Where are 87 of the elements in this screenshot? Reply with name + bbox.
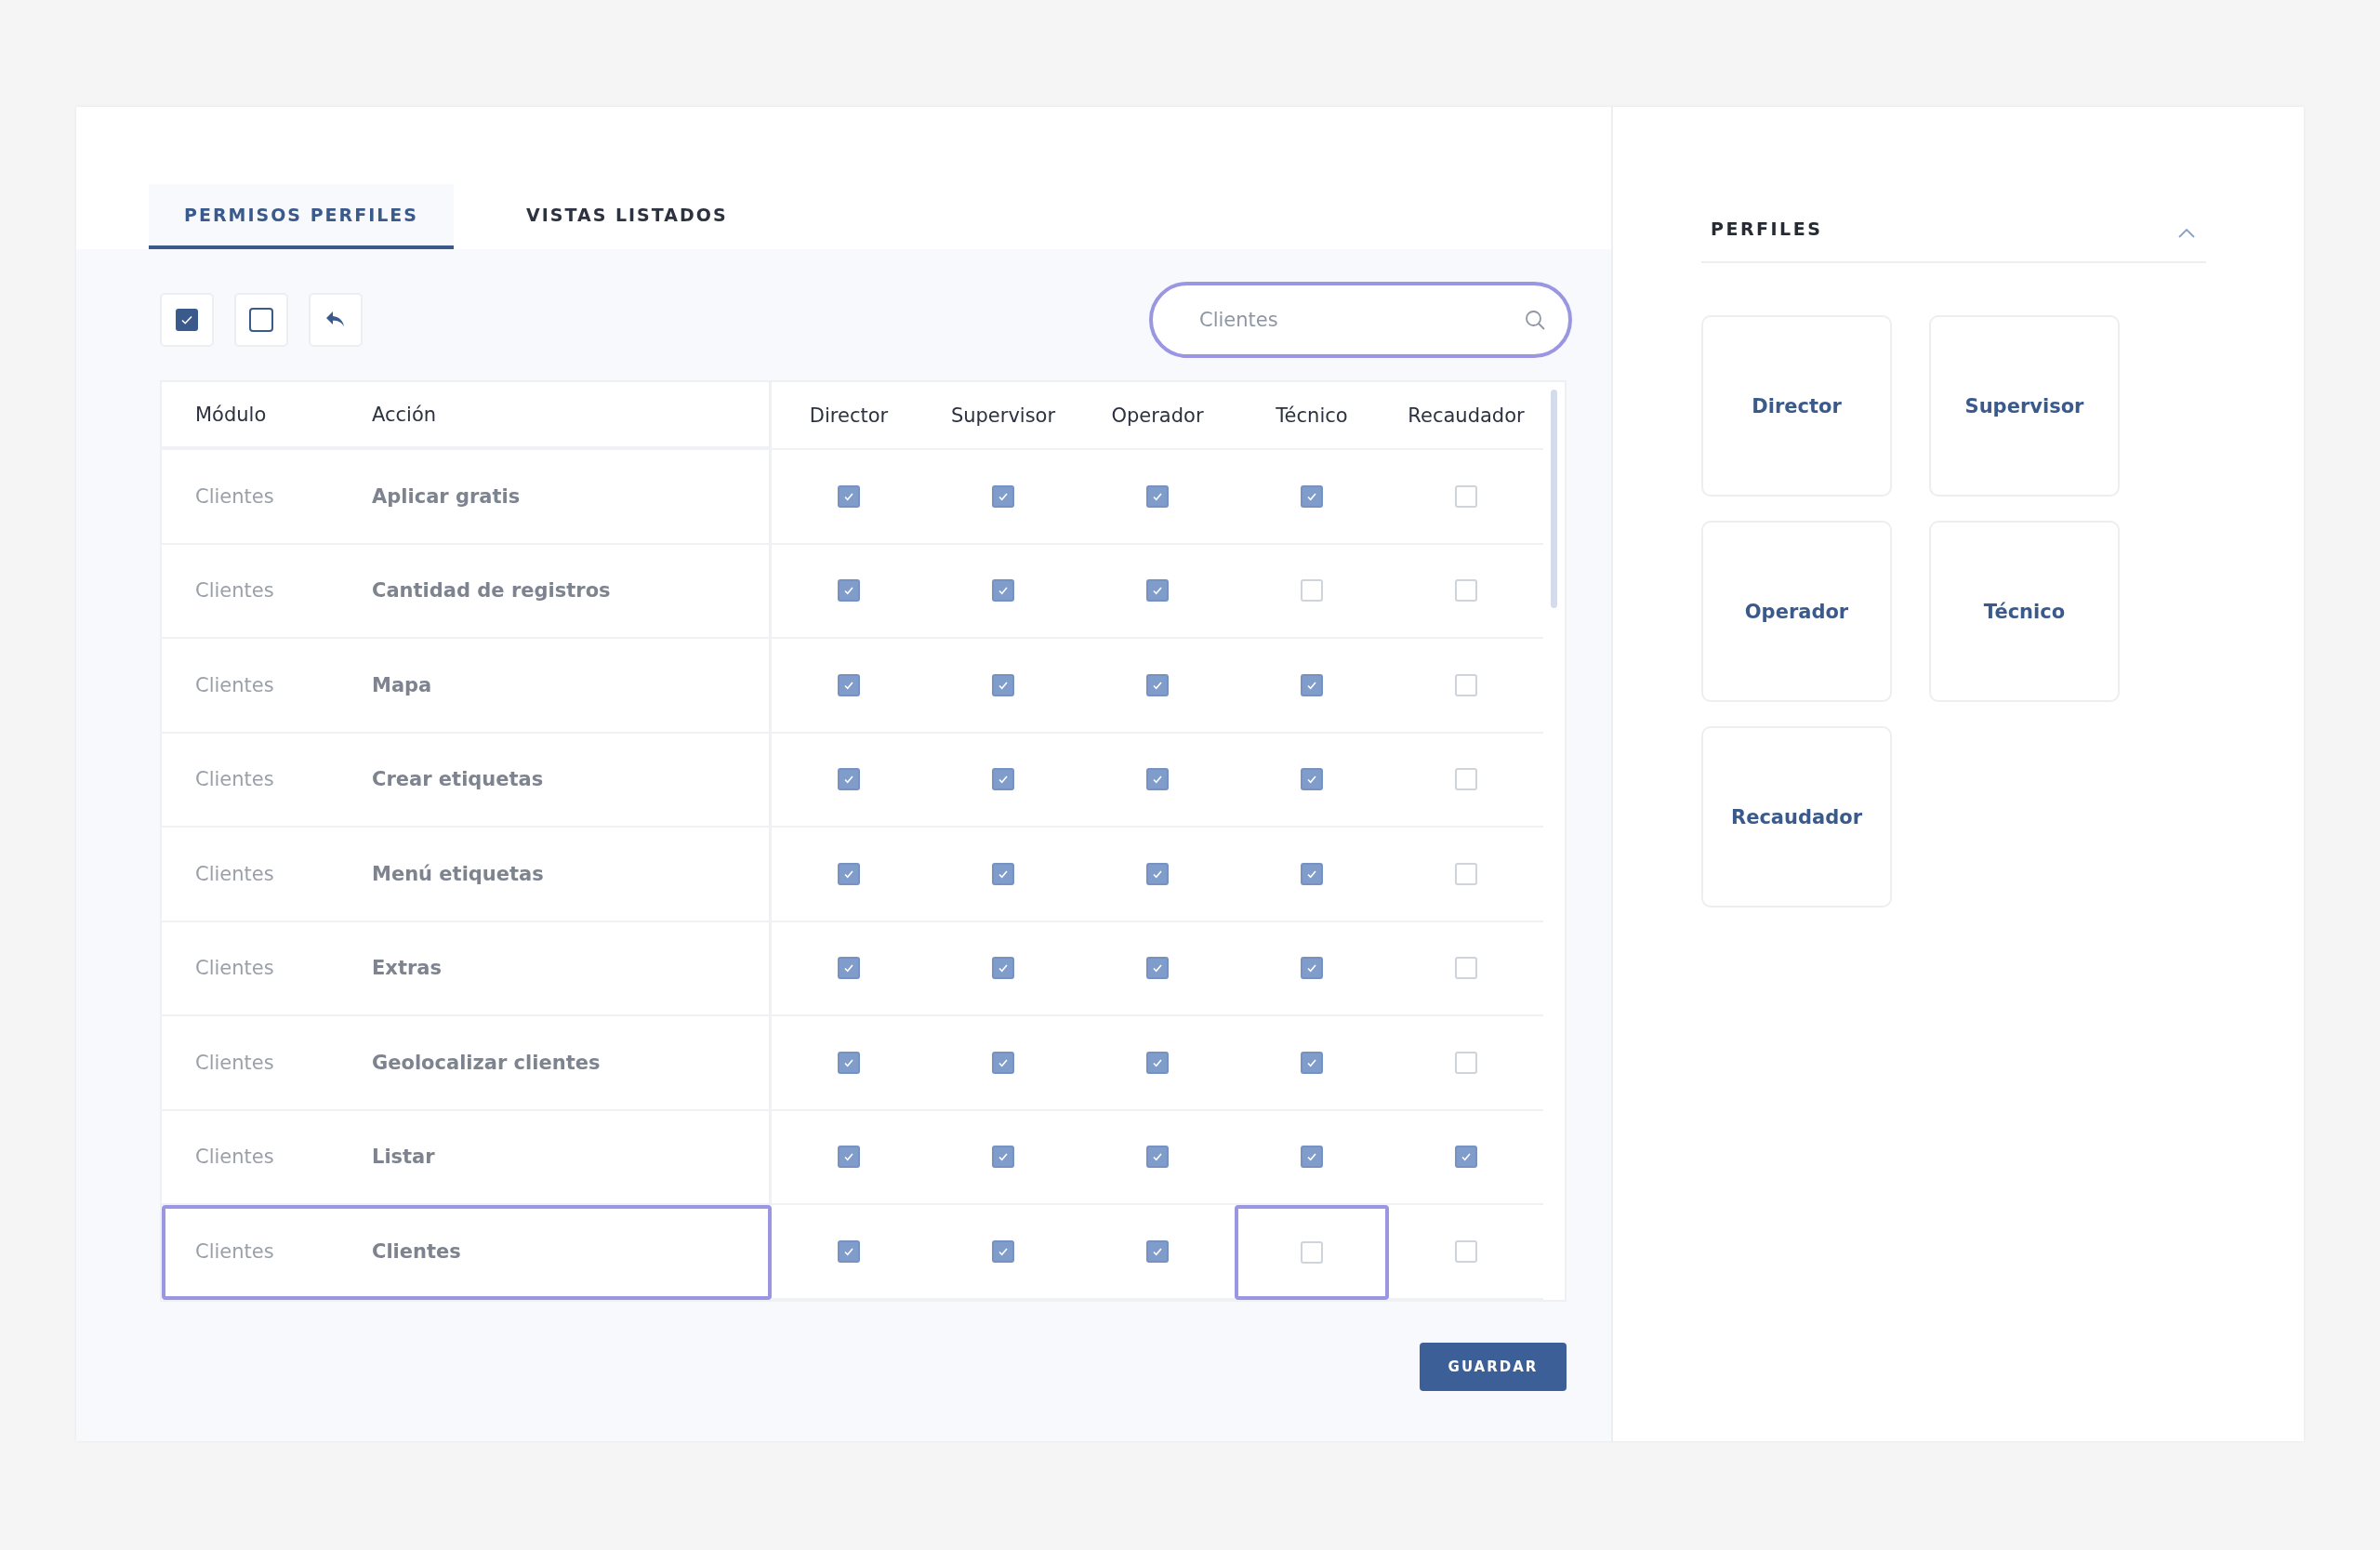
checkbox[interactable] — [1146, 1146, 1169, 1169]
action-text: Aplicar gratis — [372, 484, 522, 508]
checkbox[interactable] — [1455, 484, 1477, 508]
module-text: Clientes — [195, 862, 275, 885]
checkbox[interactable] — [1455, 1146, 1477, 1169]
checkbox[interactable] — [992, 579, 1014, 603]
action-text: Listar — [372, 1146, 436, 1169]
checkbox[interactable] — [1146, 1051, 1169, 1074]
checkbox[interactable] — [1146, 862, 1169, 885]
checkbox[interactable] — [1301, 484, 1323, 508]
checkbox[interactable] — [992, 673, 1014, 696]
module-text: Clientes — [195, 1239, 275, 1263]
checkbox[interactable] — [1301, 579, 1323, 603]
checkbox[interactable] — [838, 957, 860, 980]
chevron-icon[interactable] — [2178, 228, 2195, 239]
column-header: Recaudador — [1408, 404, 1525, 427]
module-text: Clientes — [195, 1051, 275, 1074]
checkbox[interactable] — [1146, 673, 1169, 696]
checkbox[interactable] — [838, 862, 860, 885]
checkbox[interactable] — [992, 862, 1014, 885]
checkbox[interactable] — [838, 1239, 860, 1263]
search-icon — [1524, 309, 1546, 331]
scrollbar-thumb[interactable] — [1551, 390, 1557, 608]
checkbox[interactable] — [992, 1239, 1014, 1263]
search-field[interactable]: Clientes — [1149, 282, 1572, 358]
checkbox[interactable] — [838, 484, 860, 508]
column-header: Director — [809, 404, 889, 427]
checkbox[interactable] — [1146, 957, 1169, 980]
profile-tile[interactable]: Supervisor — [1929, 315, 2120, 497]
check-all-button[interactable] — [160, 293, 214, 347]
checkbox[interactable] — [992, 768, 1014, 791]
column-header: Técnico — [1276, 404, 1348, 427]
checkbox[interactable] — [1146, 1239, 1169, 1263]
section-title: PERFILES — [1711, 219, 1823, 239]
checkbox[interactable] — [992, 957, 1014, 980]
module-text: Clientes — [195, 1146, 275, 1169]
checkbox[interactable] — [992, 484, 1014, 508]
checkbox[interactable] — [838, 673, 860, 696]
empty-box-icon — [249, 308, 273, 332]
checkbox[interactable] — [1301, 1051, 1323, 1074]
module-text: Clientes — [195, 957, 275, 980]
action-text: Menú etiquetas — [372, 862, 545, 885]
checkbox[interactable] — [1301, 768, 1323, 791]
checkbox[interactable] — [838, 1146, 860, 1169]
checkbox[interactable] — [1301, 673, 1323, 696]
uncheck-all-button[interactable] — [234, 293, 288, 347]
checkbox[interactable] — [1301, 1146, 1323, 1169]
tab[interactable]: PERMISOS PERFILES — [149, 184, 454, 249]
checkbox[interactable] — [1455, 1239, 1477, 1263]
checkbox[interactable] — [838, 768, 860, 791]
action-text: Geolocalizar clientes — [372, 1051, 602, 1074]
action-text: Clientes — [372, 1239, 462, 1263]
profile-tile[interactable]: Director — [1701, 315, 1892, 497]
column-header: Operador — [1111, 404, 1204, 427]
column-header: Acción — [372, 403, 438, 426]
checkbox[interactable] — [1301, 957, 1323, 980]
checkbox[interactable] — [1146, 768, 1169, 791]
module-text: Clientes — [195, 768, 275, 791]
checkbox[interactable] — [1146, 579, 1169, 603]
profile-tile[interactable]: Técnico — [1929, 521, 2120, 702]
save-button[interactable]: GUARDAR — [1420, 1342, 1567, 1391]
checkbox[interactable] — [838, 1051, 860, 1074]
checkbox[interactable] — [992, 1051, 1014, 1074]
action-text: Crear etiquetas — [372, 768, 545, 791]
checkbox[interactable] — [838, 579, 860, 603]
checkbox[interactable] — [1455, 579, 1477, 603]
profile-tile[interactable]: Operador — [1701, 521, 1892, 702]
checkbox[interactable] — [1301, 1240, 1323, 1264]
action-text: Extras — [372, 957, 443, 980]
module-text: Clientes — [195, 579, 275, 603]
column-header: Módulo — [195, 403, 268, 426]
checkbox[interactable] — [992, 1146, 1014, 1169]
checkbox[interactable] — [1455, 768, 1477, 791]
column-header: Supervisor — [950, 404, 1056, 427]
checkbox[interactable] — [1301, 862, 1323, 885]
checkbox[interactable] — [1455, 1051, 1477, 1074]
action-text: Mapa — [372, 673, 433, 696]
module-text: Clientes — [195, 484, 275, 508]
checkbox[interactable] — [1455, 673, 1477, 696]
checkbox[interactable] — [1455, 957, 1477, 980]
checked-box-icon — [176, 309, 198, 331]
checkbox[interactable] — [1455, 862, 1477, 885]
action-text: Cantidad de registros — [372, 579, 612, 603]
undo-button[interactable] — [309, 293, 363, 347]
module-text: Clientes — [195, 673, 275, 696]
profile-tile[interactable]: Recaudador — [1701, 726, 1892, 907]
checkbox[interactable] — [1146, 484, 1169, 508]
